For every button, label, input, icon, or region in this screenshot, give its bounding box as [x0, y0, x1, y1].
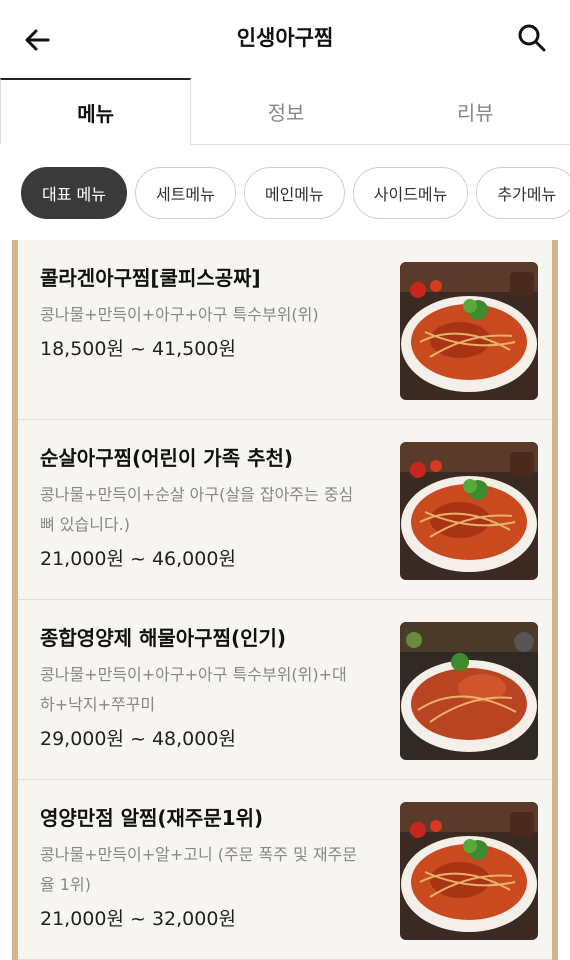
menu-list-frame: 콜라겐아구찜[쿨피스공짜] 콩나물+만득이+아구+아구 특수부위(위) 18,5… — [12, 240, 558, 960]
chip-extra-menu[interactable]: 추가메뉴 — [476, 167, 570, 219]
menu-item-name: 종합영양제 해물아구찜(인기) — [40, 626, 287, 650]
tab-info[interactable]: 정보 — [191, 78, 381, 144]
page-title: 인생아구찜 — [236, 26, 334, 50]
menu-item-desc: 콩나물+만득이+순살 아구(살을 잡아주는 중심 뼈 있습니다.) — [40, 485, 354, 534]
tab-label: 리뷰 — [456, 100, 494, 125]
chip-main-menu[interactable]: 메인메뉴 — [243, 167, 345, 219]
food-photo — [400, 802, 538, 940]
search-icon[interactable] — [516, 22, 548, 54]
menu-item-price: 21,000원 ~ 32,000원 — [40, 908, 236, 930]
menu-item-name: 순살아구찜(어린이 가족 추천) — [40, 446, 294, 470]
menu-item-desc: 콩나물+만득이+알+고니 (주문 폭주 및 재주문율 1위) — [40, 845, 358, 894]
chip-featured-menu[interactable]: 대표 메뉴 — [21, 167, 127, 219]
tab-label: 정보 — [267, 100, 305, 125]
menu-item[interactable]: 영양만점 알찜(재주문1위) 콩나물+만득이+알+고니 (주문 폭주 및 재주문… — [18, 780, 552, 960]
chip-side-menu[interactable]: 사이드메뉴 — [352, 167, 469, 219]
menu-item-price: 21,000원 ~ 46,000원 — [40, 548, 236, 570]
menu-item-price: 18,500원 ~ 41,500원 — [40, 338, 236, 360]
tab-reviews[interactable]: 리뷰 — [380, 78, 570, 144]
app-header: 인생아구찜 — [0, 0, 570, 78]
food-photo — [400, 622, 538, 760]
menu-item[interactable]: 콜라겐아구찜[쿨피스공짜] 콩나물+만득이+아구+아구 특수부위(위) 18,5… — [18, 240, 552, 420]
food-photo — [400, 262, 538, 400]
menu-item-desc: 콩나물+만득이+아구+아구 특수부위(위)+대하+낙지+쭈꾸미 — [40, 665, 347, 714]
chip-set-menu[interactable]: 세트메뉴 — [134, 167, 236, 219]
tab-label: 메뉴 — [77, 101, 115, 126]
menu-list: 콜라겐아구찜[쿨피스공짜] 콩나물+만득이+아구+아구 특수부위(위) 18,5… — [18, 240, 552, 960]
menu-item-name: 콜라겐아구찜[쿨피스공짜] — [40, 266, 261, 290]
menu-item[interactable]: 순살아구찜(어린이 가족 추천) 콩나물+만득이+순살 아구(살을 잡아주는 중… — [18, 420, 552, 600]
menu-item-name: 영양만점 알찜(재주문1위) — [40, 806, 264, 830]
category-chips: 대표 메뉴 세트메뉴 메인메뉴 사이드메뉴 추가메뉴 — [0, 145, 570, 241]
tab-menu[interactable]: 메뉴 — [0, 78, 192, 145]
food-photo — [400, 442, 538, 580]
tab-bar: 메뉴 정보 리뷰 — [0, 78, 570, 145]
menu-item-desc: 콩나물+만득이+아구+아구 특수부위(위) — [40, 305, 319, 324]
menu-item[interactable]: 종합영양제 해물아구찜(인기) 콩나물+만득이+아구+아구 특수부위(위)+대하… — [18, 600, 552, 780]
menu-item-price: 29,000원 ~ 48,000원 — [40, 728, 236, 750]
